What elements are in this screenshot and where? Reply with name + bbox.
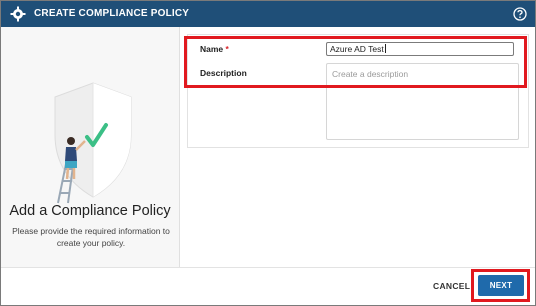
- create-policy-dialog: CREATE COMPLIANCE POLICY Add a Complianc…: [0, 0, 536, 306]
- intro-panel: Add a Compliance Policy Please provide t…: [1, 27, 180, 267]
- title-bar: CREATE COMPLIANCE POLICY: [1, 1, 535, 27]
- cancel-button[interactable]: CANCEL: [433, 281, 470, 291]
- intro-heading: Add a Compliance Policy: [9, 203, 171, 219]
- shield-gear-icon: [10, 6, 26, 22]
- highlight-name-description: [184, 36, 527, 88]
- intro-description: Please provide the required information …: [12, 226, 170, 248]
- compliance-illustration: [54, 82, 132, 204]
- dialog-title: CREATE COMPLIANCE POLICY: [34, 8, 190, 19]
- highlight-next-button: [471, 269, 530, 302]
- question-circle-icon[interactable]: [513, 7, 527, 21]
